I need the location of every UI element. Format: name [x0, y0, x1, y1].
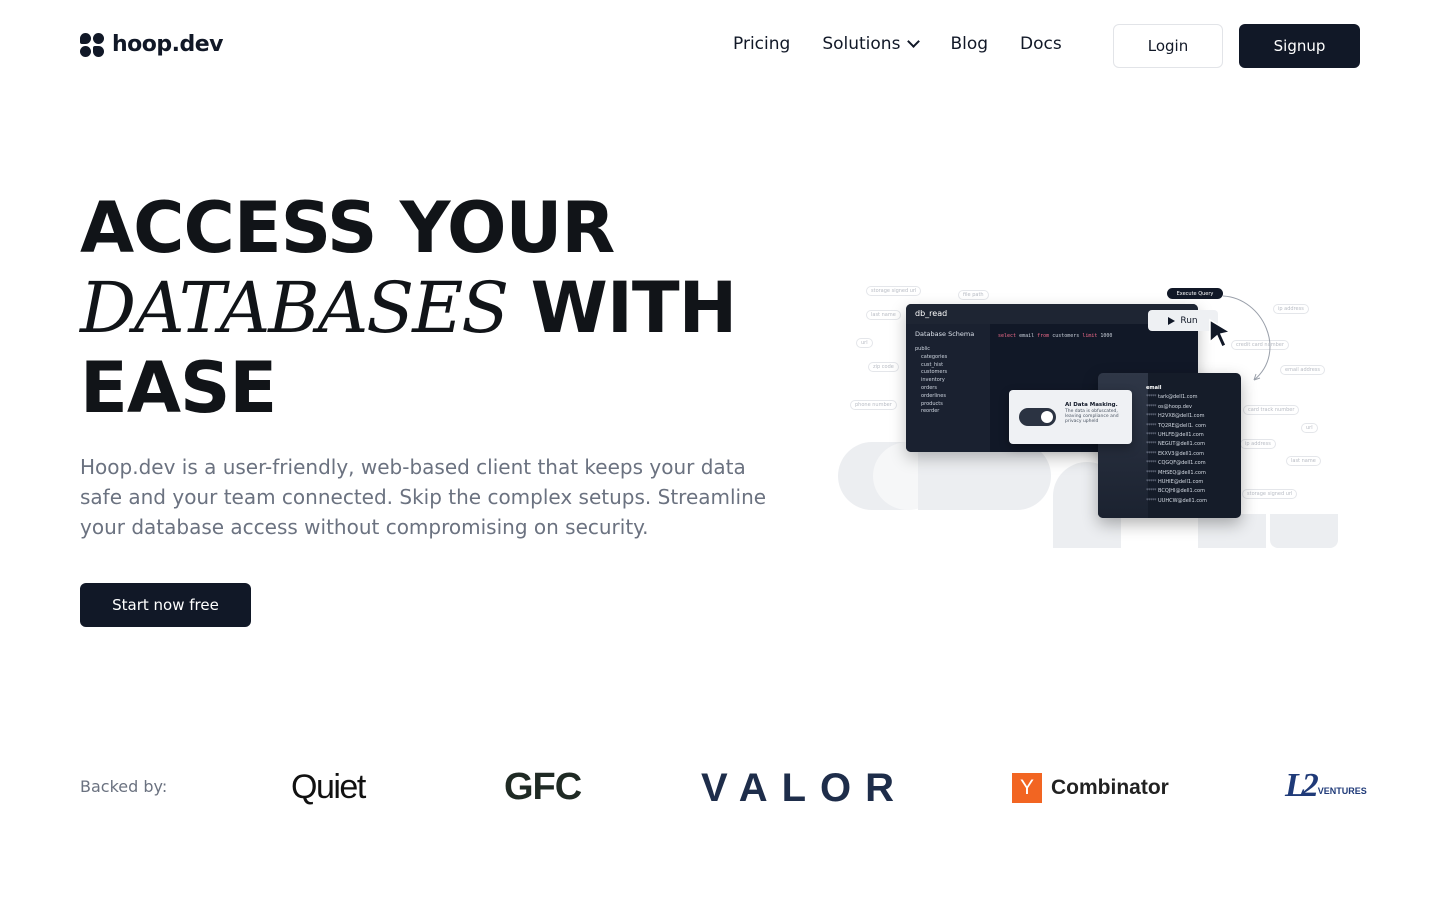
sql-editor: select email from customers limit 1000 [998, 333, 1112, 339]
email-row: ***** MHSEQ@dell1.com [1146, 469, 1206, 476]
email-row: ***** CQGQF@dell1.com [1146, 460, 1206, 467]
signup-button[interactable]: Signup [1239, 24, 1360, 68]
sql-keyword: select [998, 333, 1017, 339]
email-row: ***** UUHCW@dell1.com [1146, 497, 1207, 504]
email-column-header: email [1146, 385, 1162, 391]
ghost-chip: url [1301, 423, 1318, 433]
schema-item: orders [921, 384, 937, 391]
email-row: ***** tark@dell1.com [1146, 394, 1198, 401]
hero-title-line1: ACCESS YOUR [80, 187, 615, 269]
top-nav: hoop.dev Pricing Solutions Blog Docs Log… [0, 0, 1440, 90]
ghost-chip: storage signed url [866, 286, 922, 296]
run-label: Run [1180, 315, 1198, 326]
ghost-chip: ip address [1273, 304, 1309, 314]
logo-icon [80, 32, 104, 57]
ai-masking-card: AI Data Masking. The data is obfuscated,… [1009, 390, 1132, 444]
masking-title: AI Data Masking. [1065, 402, 1118, 408]
bg-shape [1270, 514, 1338, 548]
ghost-chip: file path [958, 290, 989, 300]
hero-title-line2-rest: WITH [507, 267, 738, 349]
logo[interactable]: hoop.dev [80, 32, 224, 57]
login-button[interactable]: Login [1113, 24, 1223, 68]
bg-shape [918, 442, 986, 510]
yc-text: Combinator [1051, 776, 1169, 799]
gfc-logo: GFC [504, 766, 582, 808]
email-row: ***** NEGUT@dell1.com [1146, 441, 1205, 448]
schema-tree: public categories cust_hist customers in… [915, 346, 981, 416]
email-row: ***** BCQJHI@dell1.com [1146, 488, 1205, 495]
email-row: ***** H2VX8@dell1.com [1146, 413, 1205, 420]
schema-item: reorder [921, 408, 940, 415]
hero-title-italic: DATABASES [80, 267, 509, 349]
product-illustration: storage signed url file path last name u… [838, 282, 1340, 552]
nav-link-pricing[interactable]: Pricing [733, 34, 790, 54]
schema-item: public [915, 346, 931, 352]
bg-shape [983, 442, 1051, 510]
email-row: ***** EKXV3@dell1.com [1146, 450, 1204, 457]
email-row: ***** os@hoop.dev [1146, 403, 1192, 410]
schema-item: cust_hist [921, 361, 944, 368]
bg-shape [1198, 514, 1266, 548]
schema-item: orderlines [921, 392, 946, 399]
schema-item: categories [921, 353, 948, 360]
backed-by-label: Backed by: [80, 777, 168, 796]
sql-text: customers [1049, 333, 1083, 339]
execute-query-badge: Execute Query [1167, 288, 1223, 299]
ghost-chip: ip address [1240, 439, 1276, 449]
chevron-down-icon [907, 35, 921, 48]
nav-link-solutions-label: Solutions [822, 34, 901, 54]
sql-text: 1000 [1097, 333, 1113, 339]
schema-heading: Database Schema [915, 330, 975, 338]
email-row: ***** HUHIE@dell1.com [1146, 479, 1204, 486]
ghost-chip: last name [866, 310, 901, 320]
sql-text: email [1016, 333, 1038, 339]
ghost-chip: url [856, 338, 873, 348]
quiet-logo: Quiet [291, 768, 366, 806]
ghost-chip: phone number [850, 400, 897, 410]
ghost-chip: card track number [1243, 405, 1300, 415]
schema-item: products [921, 400, 943, 407]
hero-subtitle: Hoop.dev is a user-friendly, web-based c… [80, 455, 767, 539]
hero-title: ACCESS YOUR DATABASES WITH EASE [80, 188, 780, 428]
masking-toggle [1019, 408, 1056, 426]
logo-text: hoop.dev [112, 32, 224, 57]
schema-panel: Database Schema public categories cust_h… [906, 324, 990, 452]
ghost-chip: storage signed url [1242, 489, 1298, 499]
masking-text: AI Data Masking. The data is obfuscated,… [1065, 402, 1127, 425]
nav-link-blog[interactable]: Blog [950, 34, 988, 54]
play-icon [1168, 316, 1176, 325]
y-combinator-logo: Y Combinator [1012, 773, 1169, 803]
hero-title-line3: EASE [80, 347, 277, 429]
masking-description: The data is obfuscated, leaving complian… [1065, 409, 1119, 425]
email-row: ***** TQ2RE@dell1. com [1146, 422, 1206, 429]
schema-item: customers [921, 369, 948, 376]
nav-link-docs[interactable]: Docs [1020, 34, 1062, 54]
email-list: email ***** tark@dell1.com ***** os@hoop.d… [1146, 384, 1207, 506]
ghost-chip: email address [1280, 365, 1326, 375]
sql-keyword: limit [1082, 333, 1098, 339]
start-now-button[interactable]: Start now free [80, 583, 251, 627]
cursor-icon [1209, 318, 1232, 349]
ghost-chip: zip code [868, 362, 899, 372]
ghost-chip: last name [1286, 456, 1321, 466]
sql-keyword: from [1037, 333, 1050, 339]
l2-text: VENTURES [1317, 786, 1367, 796]
valor-logo: VALOR [701, 766, 909, 810]
email-row: ***** UHLFE@dell1.com [1146, 432, 1204, 439]
nav-links: Pricing Solutions Blog Docs [733, 34, 1062, 54]
nav-link-solutions[interactable]: Solutions [822, 34, 921, 54]
schema-item: inventory [921, 377, 945, 384]
l2-ventures-logo: L2 VENTURES [1285, 768, 1367, 804]
yc-letter: Y [1012, 773, 1042, 803]
l2-mark: L2 [1285, 767, 1319, 804]
